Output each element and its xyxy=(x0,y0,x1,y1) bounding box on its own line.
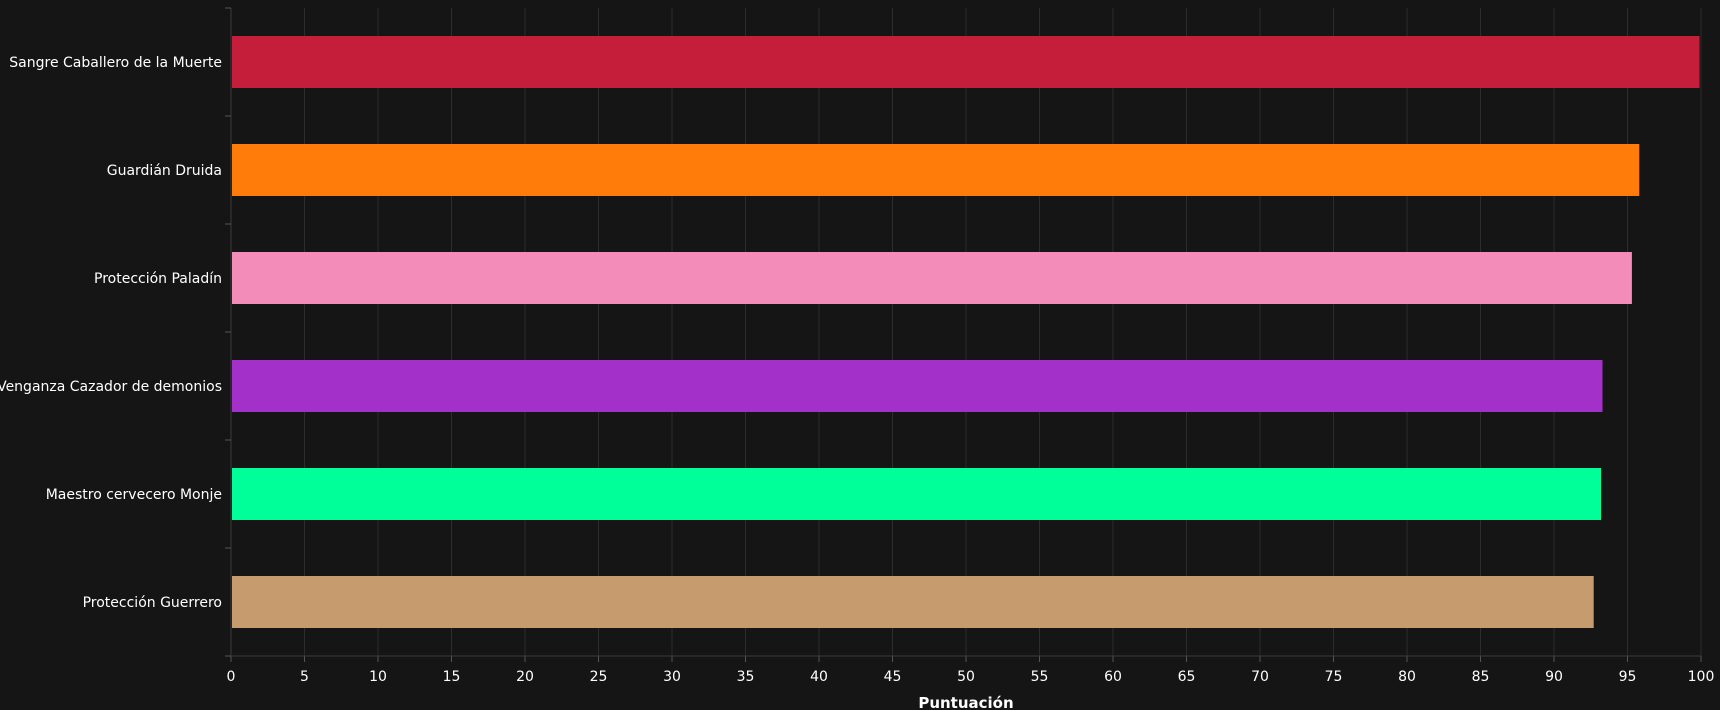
category-label: Protección Paladín xyxy=(94,271,222,287)
x-tick-label: 90 xyxy=(1545,669,1563,685)
category-label: Sangre Caballero de la Muerte xyxy=(9,55,222,71)
x-tick-label: 0 xyxy=(227,669,236,685)
x-tick-label: 100 xyxy=(1688,669,1715,685)
x-tick-label: 65 xyxy=(1178,669,1196,685)
x-tick-label: 80 xyxy=(1398,669,1416,685)
category-label: Maestro cervecero Monje xyxy=(46,487,222,503)
x-tick-label: 40 xyxy=(810,669,828,685)
x-tick-label: 35 xyxy=(737,669,755,685)
x-tick-label: 10 xyxy=(369,669,387,685)
x-tick-label: 30 xyxy=(663,669,681,685)
bar-chart: 0 5 10 15 20 25 30 35 40 45 50 55 60 65 70 75 80 85 90 95 10… xyxy=(0,0,1720,710)
x-tick-label: 25 xyxy=(590,669,608,685)
category-label: Guardián Druida xyxy=(107,163,222,179)
bar xyxy=(232,360,1603,412)
x-tick-label: 15 xyxy=(443,669,461,685)
bar xyxy=(232,468,1602,520)
x-tick-label: 60 xyxy=(1104,669,1122,685)
x-tick-label: 5 xyxy=(300,669,309,685)
bar xyxy=(232,252,1632,304)
category-label: Protección Guerrero xyxy=(83,595,222,611)
x-tick-label: 50 xyxy=(957,669,975,685)
x-tick-label: 95 xyxy=(1619,669,1637,685)
x-tick-label: 55 xyxy=(1031,669,1049,685)
x-axis-title: Puntuación xyxy=(918,694,1013,710)
x-tick-label: 70 xyxy=(1251,669,1269,685)
x-tick-label: 20 xyxy=(516,669,534,685)
x-tick-label: 85 xyxy=(1472,669,1490,685)
x-tick-label: 75 xyxy=(1325,669,1343,685)
bar xyxy=(232,144,1640,196)
category-label: Venganza Cazador de demonios xyxy=(0,379,222,395)
bar xyxy=(232,576,1594,628)
x-tick-label: 45 xyxy=(884,669,902,685)
bar xyxy=(232,36,1700,88)
